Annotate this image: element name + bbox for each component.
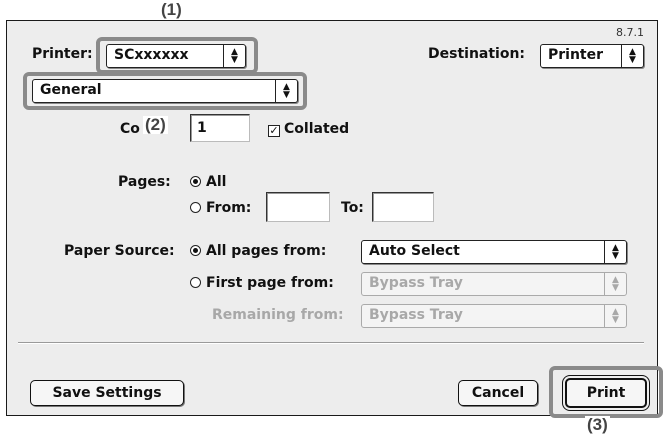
- collated-label: Collated: [284, 121, 350, 137]
- pages-from-radio[interactable]: From:: [190, 200, 251, 216]
- all-pages-radio[interactable]: All pages from:: [190, 243, 326, 259]
- radio-selected-icon: [190, 245, 201, 256]
- remaining-value: Bypass Tray: [369, 307, 463, 323]
- all-pages-value: Auto Select: [369, 243, 460, 259]
- first-page-popup[interactable]: Bypass Tray ▲ ▼: [361, 272, 627, 296]
- destination-label: Destination:: [428, 46, 526, 62]
- pages-label: Pages:: [118, 174, 171, 190]
- version-label: 8.7.1: [616, 26, 644, 39]
- destination-popup[interactable]: Printer ▲ ▼: [540, 44, 644, 68]
- all-pages-label: All pages from:: [206, 243, 327, 259]
- save-settings-button[interactable]: Save Settings: [30, 380, 184, 406]
- pages-to-label: To:: [341, 200, 364, 216]
- copies-label: Co: [120, 121, 140, 137]
- pages-all-label: All: [206, 174, 227, 190]
- paper-source-label: Paper Source:: [64, 243, 175, 259]
- radio-empty-icon: [190, 277, 201, 288]
- pages-all-radio[interactable]: All: [190, 174, 226, 190]
- divider: [18, 342, 644, 344]
- radio-empty-icon: [190, 202, 201, 213]
- collated-checkbox[interactable]: ✓ Collated: [268, 121, 349, 137]
- copies-field[interactable]: 1: [190, 114, 250, 142]
- updown-arrows-icon: ▲ ▼: [604, 241, 626, 263]
- updown-arrows-icon: ▲ ▼: [604, 273, 626, 295]
- cancel-button[interactable]: Cancel: [458, 380, 538, 406]
- first-page-value: Bypass Tray: [369, 275, 463, 291]
- pages-from-label: From:: [206, 200, 252, 216]
- callout-box-3: [549, 366, 663, 418]
- radio-selected-icon: [190, 176, 201, 187]
- updown-arrows-icon: ▲ ▼: [604, 305, 626, 327]
- remaining-popup[interactable]: Bypass Tray ▲ ▼: [361, 304, 627, 328]
- checkmark-icon: ✓: [268, 124, 280, 137]
- callout-number-1: (1): [159, 0, 184, 19]
- callout-box-2: [23, 72, 307, 110]
- first-page-label: First page from:: [206, 275, 334, 291]
- pages-to-field[interactable]: [372, 192, 434, 222]
- remaining-label: Remaining from:: [212, 307, 344, 323]
- all-pages-popup[interactable]: Auto Select ▲ ▼: [361, 240, 627, 264]
- updown-arrows-icon: ▲ ▼: [621, 45, 643, 67]
- callout-box-1: [96, 37, 258, 74]
- printer-label: Printer:: [32, 46, 93, 62]
- copies-value: 1: [197, 120, 207, 136]
- callout-number-2: (2): [143, 115, 168, 134]
- pages-from-field[interactable]: [266, 192, 330, 222]
- destination-value: Printer: [548, 47, 604, 63]
- callout-number-3: (3): [585, 415, 610, 434]
- first-page-radio[interactable]: First page from:: [190, 275, 334, 291]
